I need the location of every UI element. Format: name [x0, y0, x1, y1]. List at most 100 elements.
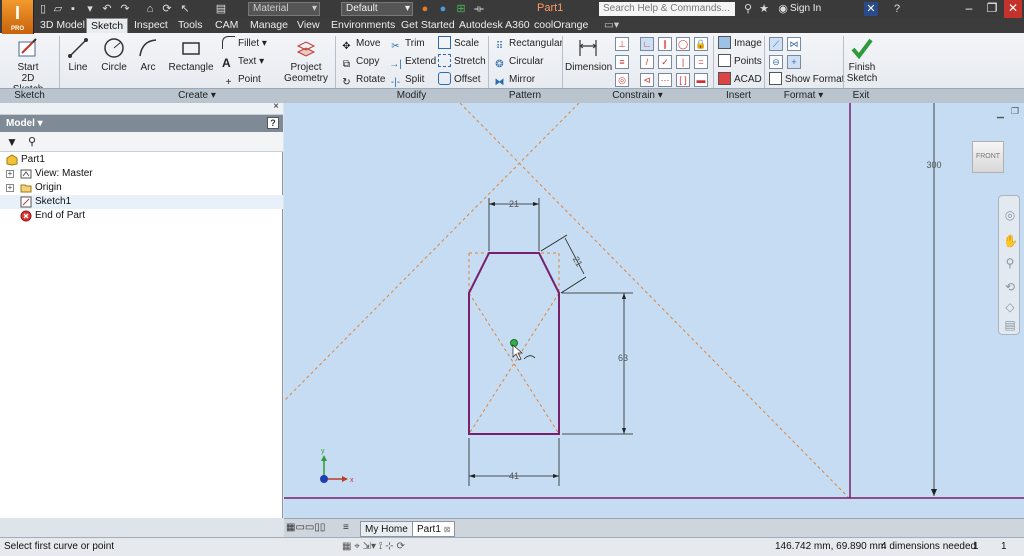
update-icon[interactable]: ⟳ [160, 2, 174, 16]
measure-icon[interactable]: ⟛ [472, 2, 486, 16]
material-dropdown[interactable]: Material ▾ [248, 2, 320, 16]
fix-constraint-icon[interactable]: 🔒 [694, 37, 708, 51]
extend-button[interactable]: →| Extend [389, 54, 436, 70]
restore-button[interactable]: ❐ [983, 0, 1001, 18]
tree-item-part1[interactable]: Part1 [0, 153, 283, 167]
stretch-button[interactable]: Stretch [438, 54, 486, 70]
save-dropdown-icon[interactable]: ▾ [83, 2, 97, 16]
finish-sketch-button[interactable]: Finish Sketch [846, 36, 878, 84]
tab-cam[interactable]: CAM [211, 18, 242, 33]
dimension-height[interactable]: 63 [618, 353, 628, 363]
color-override-icon[interactable]: ● [418, 2, 432, 16]
clear-override-icon[interactable]: ● [436, 2, 450, 16]
status-tool-icons[interactable]: ▦ ⌖ ⇲▾ ⟟ ⊹ ⟳ [342, 538, 405, 556]
tile-views-icon[interactable]: ▦▭▭▯▯ [286, 522, 325, 533]
construction-icon[interactable]: ⟋ [769, 37, 783, 51]
expand-icon[interactable]: + [6, 170, 14, 178]
tab-get-started[interactable]: Get Started [397, 18, 459, 33]
zoom-icon[interactable]: ⚲ [1003, 256, 1017, 270]
tab-tools[interactable]: Tools [174, 18, 207, 33]
tab-3d-model[interactable]: 3D Model [36, 18, 89, 33]
window-restore-icon[interactable]: ❐ [1011, 106, 1019, 117]
trim-button[interactable]: ✂ Trim [389, 36, 424, 52]
dimension-top-width[interactable]: 21 [509, 199, 519, 209]
fillet-button[interactable]: Fillet ▾ [222, 36, 267, 52]
tree-item-sketch1[interactable]: Sketch1 [0, 195, 283, 209]
save-icon[interactable]: ▪ [66, 2, 80, 16]
sign-in-link[interactable]: Sign In [790, 3, 821, 14]
dimension-button[interactable]: Dimension [565, 36, 612, 73]
centerline-icon[interactable]: ⋈ [787, 37, 801, 51]
center-point-icon[interactable]: ⊖ [769, 55, 783, 69]
mirror-button[interactable]: ⧓ Mirror [493, 72, 536, 88]
open-icon[interactable]: ▱ [51, 2, 65, 16]
select-icon[interactable]: ↖ [178, 2, 192, 16]
tab-close-icon[interactable]: ⊠ [444, 525, 451, 534]
circle-button[interactable]: Circle [98, 36, 130, 73]
show-constraints-icon[interactable]: [ ] [676, 73, 690, 87]
tree-item-end-of-part[interactable]: End of Part [0, 209, 283, 223]
window-minimize-icon[interactable]: ▁ [997, 108, 1004, 119]
redo-icon[interactable]: ↷ [118, 2, 132, 16]
acad-button[interactable]: ACAD [718, 72, 762, 88]
panel-label-format[interactable]: Format ▾ [764, 89, 843, 103]
dimension-chamfer[interactable]: 21 [571, 255, 585, 269]
arc-button[interactable]: Arc [134, 36, 162, 73]
dimension-overall[interactable]: 300 [926, 160, 941, 170]
show-format-button[interactable]: Show Format [769, 72, 844, 88]
orbit-icon[interactable]: ⟲ [1003, 280, 1017, 294]
panel-label-create[interactable]: Create ▾ [59, 89, 335, 103]
move-button[interactable]: ✥ Move [340, 36, 380, 52]
panel-label-constrain[interactable]: Constrain ▾ [562, 89, 713, 103]
tree-item-view-master[interactable]: + View: Master [0, 167, 283, 181]
minimize-button[interactable]: – [960, 0, 978, 18]
tab-inspect[interactable]: Inspect [130, 18, 172, 33]
viewcube[interactable]: FRONT [972, 141, 1004, 173]
copy-button[interactable]: ⧉ Copy [340, 54, 379, 70]
binoculars-icon[interactable]: ⚲ [741, 2, 755, 16]
tab-list-icon[interactable]: ≡ [343, 522, 349, 533]
offset-button[interactable]: Offset [438, 72, 481, 88]
tab-autodesk-a360[interactable]: Autodesk A360 [455, 18, 534, 33]
parallel-constraint-icon[interactable]: ∥ [658, 37, 672, 51]
driven-dimension-icon[interactable]: + [787, 55, 801, 69]
browser-close-icon[interactable]: × [273, 101, 279, 112]
tangent-constraint-icon[interactable]: ◯ [676, 37, 690, 51]
text-button[interactable]: A Text ▾ [222, 54, 264, 70]
start-2d-sketch-button[interactable]: Start2D Sketch [6, 36, 50, 95]
collinear-constraint-icon[interactable]: ≡ [615, 55, 629, 69]
browser-help-icon[interactable]: ? [267, 117, 279, 129]
tab-sketch[interactable]: Sketch [86, 18, 129, 33]
import-points-button[interactable]: Points [718, 54, 762, 70]
find-binoculars-icon[interactable]: ⚲ [28, 135, 36, 148]
tab-view[interactable]: View [293, 18, 324, 33]
insert-image-button[interactable]: Image [718, 36, 762, 52]
tab-manage[interactable]: Manage [246, 18, 292, 33]
exchange-apps-icon[interactable]: ✕ [864, 2, 878, 16]
rectangle-button[interactable]: Rectangle [168, 36, 214, 73]
favorites-star-icon[interactable]: ★ [757, 2, 771, 16]
smooth-constraint-icon[interactable]: ✓ [658, 55, 672, 69]
horizontal-constraint-icon[interactable]: / [640, 55, 654, 69]
user-icon[interactable]: ◉ [776, 2, 790, 16]
look-at-icon[interactable]: ◇ [1003, 300, 1017, 314]
undo-icon[interactable]: ↶ [100, 2, 114, 16]
point-button[interactable]: + Point [222, 72, 261, 88]
rectangular-pattern-button[interactable]: ⠿ Rectangular [493, 36, 563, 52]
tab-environments[interactable]: Environments [327, 18, 399, 33]
steering-wheel-icon[interactable]: ◎ [1003, 208, 1017, 222]
help-search-input[interactable]: Search Help & Commands... [599, 2, 735, 16]
browser-header[interactable]: Model ▾ ? [0, 115, 283, 132]
line-button[interactable]: Line [64, 36, 92, 73]
help-icon[interactable]: ? [890, 2, 904, 16]
perpendicular-constraint-icon[interactable]: ∟ [640, 37, 654, 51]
tree-item-origin[interactable]: + Origin [0, 181, 283, 195]
parameters-icon[interactable]: ⊞ [454, 2, 468, 16]
tab-coolorange[interactable]: coolOrange [530, 18, 592, 33]
appearance-dropdown[interactable]: Default ▾ [341, 2, 413, 16]
equal-constraint-icon[interactable]: = [694, 55, 708, 69]
scale-button[interactable]: Scale [438, 36, 479, 52]
vertical-constraint-icon[interactable]: | [676, 55, 690, 69]
ribbon-options-icon[interactable]: ▭▾ [600, 18, 623, 33]
midpoint-constraint-icon[interactable]: ⋯ [658, 73, 672, 87]
